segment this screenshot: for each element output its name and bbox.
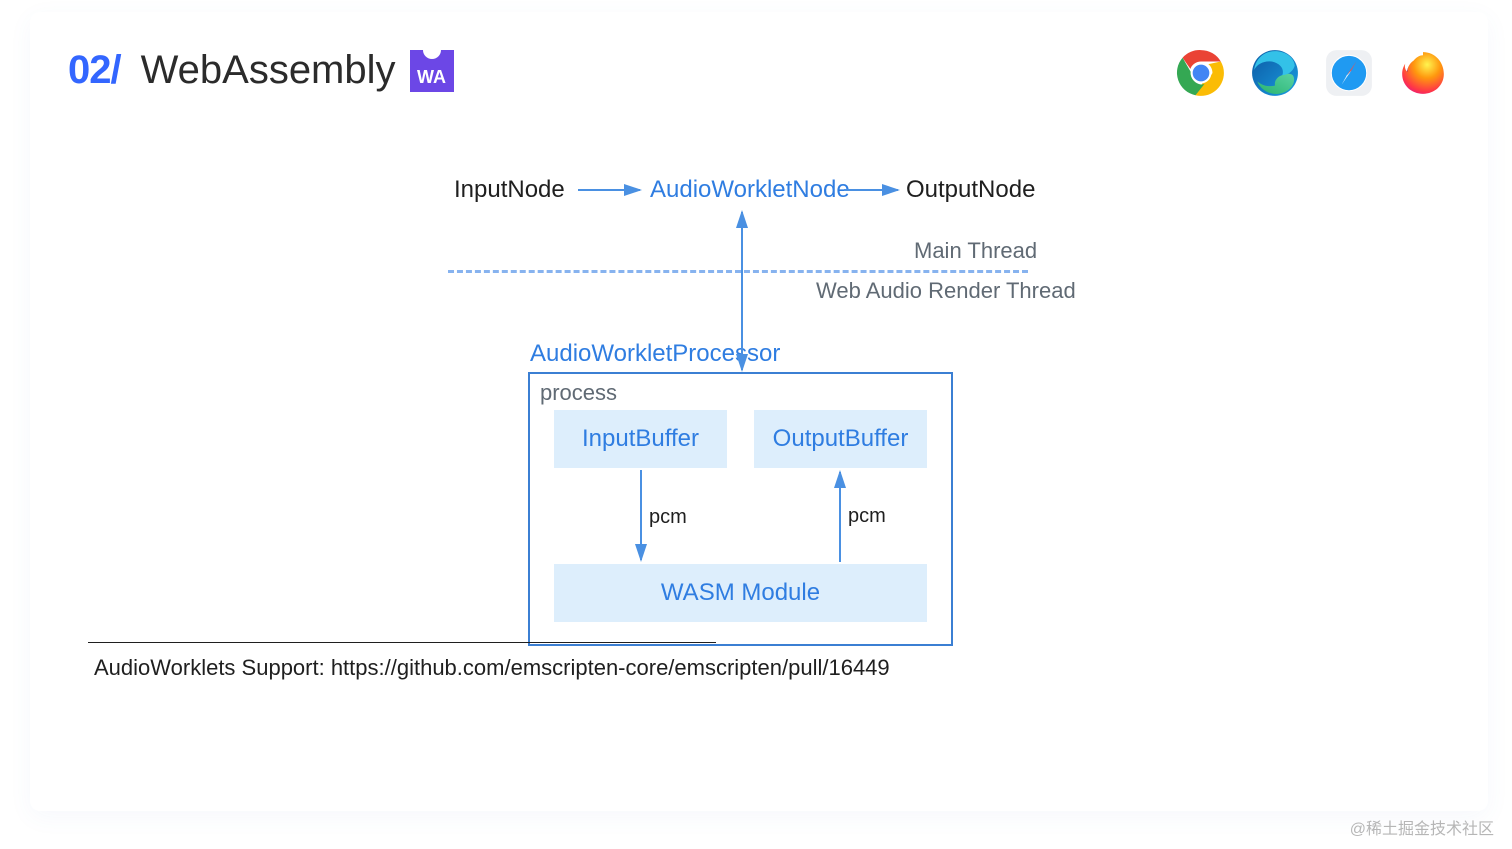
pcm-right-label: pcm xyxy=(848,505,886,528)
wasm-module-box: WASM Module xyxy=(554,564,927,622)
thread-divider xyxy=(448,270,1028,273)
watermark: @稀土掘金技术社区 xyxy=(1350,815,1494,839)
output-node-label: OutputNode xyxy=(906,176,1035,204)
footnote: AudioWorklets Support: https://github.co… xyxy=(94,655,890,681)
worklet-node-label: AudioWorkletNode xyxy=(650,176,850,204)
process-label: process xyxy=(540,380,617,406)
output-buffer-box: OutputBuffer xyxy=(754,410,927,468)
diagram: InputNode AudioWorkletNode OutputNode Ma… xyxy=(30,12,1488,811)
footnote-rule xyxy=(88,642,716,643)
processor-label: AudioWorkletProcessor xyxy=(530,340,780,368)
input-buffer-box: InputBuffer xyxy=(554,410,727,468)
pcm-left-label: pcm xyxy=(649,506,687,529)
slide-card: 02/ WebAssembly WA xyxy=(30,12,1488,811)
main-thread-label: Main Thread xyxy=(914,238,1037,264)
input-node-label: InputNode xyxy=(454,176,565,204)
render-thread-label: Web Audio Render Thread xyxy=(816,278,1076,304)
